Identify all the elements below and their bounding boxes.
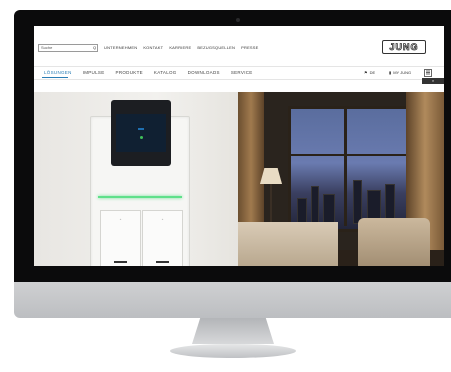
- key-symbol-icon: ◦: [119, 217, 122, 223]
- flag-icon: ⚑: [364, 70, 368, 75]
- lamp-stand: [270, 184, 272, 224]
- language-selector[interactable]: ⚑ DE: [364, 70, 375, 75]
- display-screen: [116, 114, 166, 152]
- room-controller-display: [111, 100, 171, 166]
- display-label: [138, 127, 144, 130]
- monitor-stand-neck: [192, 318, 274, 344]
- window-transom: [288, 154, 408, 156]
- top-link-company[interactable]: UNTERNEHMEN: [104, 45, 137, 50]
- hero-banner: ◦ ◦: [34, 92, 444, 266]
- city-skyline: [293, 172, 403, 224]
- nav-item-downloads[interactable]: DOWNLOADS: [188, 70, 220, 75]
- nav-item-service[interactable]: SERVICE: [231, 70, 253, 75]
- switch-key-right: ◦: [142, 210, 183, 266]
- monitor-stand-foot: [170, 344, 296, 358]
- account-label: MY JUNG: [393, 70, 412, 75]
- nav-item-solutions[interactable]: LÖSUNGEN: [44, 70, 72, 75]
- nav-item-catalog[interactable]: KATALOG: [154, 70, 177, 75]
- armchair: [358, 218, 430, 266]
- window-mullion: [344, 106, 347, 226]
- nav-item-products[interactable]: PRODUKTE: [116, 70, 143, 75]
- search-box[interactable]: Suche Q: [38, 44, 98, 52]
- key-symbol-icon: ◦: [161, 217, 164, 223]
- top-links: UNTERNEHMEN KONTAKT KARRIERE BEZUGSQUELL…: [104, 45, 259, 50]
- hero-image-switch: ◦ ◦: [34, 92, 238, 266]
- close-icon[interactable]: ×: [422, 78, 444, 84]
- green-led-bar: [98, 196, 182, 198]
- active-nav-indicator: [42, 77, 68, 78]
- hero-image-room: [238, 92, 444, 266]
- bed: [238, 222, 338, 266]
- brand-logo[interactable]: JUNG: [382, 40, 426, 54]
- main-navigation: LÖSUNGEN IMPULSE PRODUKTE KATALOG DOWNLO…: [34, 66, 444, 80]
- user-icon: ▮: [389, 70, 392, 75]
- website-screen: Suche Q UNTERNEHMEN KONTAKT KARRIERE BEZ…: [34, 26, 444, 266]
- key-led: [156, 261, 169, 263]
- status-led: [139, 135, 143, 139]
- switch-key-left: ◦: [100, 210, 141, 266]
- top-link-sources[interactable]: BEZUGSQUELLEN: [197, 45, 235, 50]
- nav-item-impulses[interactable]: IMPULSE: [83, 70, 105, 75]
- camera-dot: [236, 18, 240, 22]
- account-link[interactable]: ▮ MY JUNG: [389, 70, 411, 75]
- search-icon[interactable]: Q: [92, 45, 97, 51]
- menu-icon[interactable]: [424, 69, 432, 77]
- top-link-press[interactable]: PRESSE: [241, 45, 258, 50]
- top-link-career[interactable]: KARRIERE: [169, 45, 191, 50]
- top-link-contact[interactable]: KONTAKT: [143, 45, 163, 50]
- monitor-chin: [14, 282, 451, 318]
- key-led: [114, 261, 127, 263]
- search-input[interactable]: Suche: [39, 45, 92, 51]
- language-label: DE: [369, 70, 376, 75]
- site-header: Suche Q UNTERNEHMEN KONTAKT KARRIERE BEZ…: [34, 26, 444, 62]
